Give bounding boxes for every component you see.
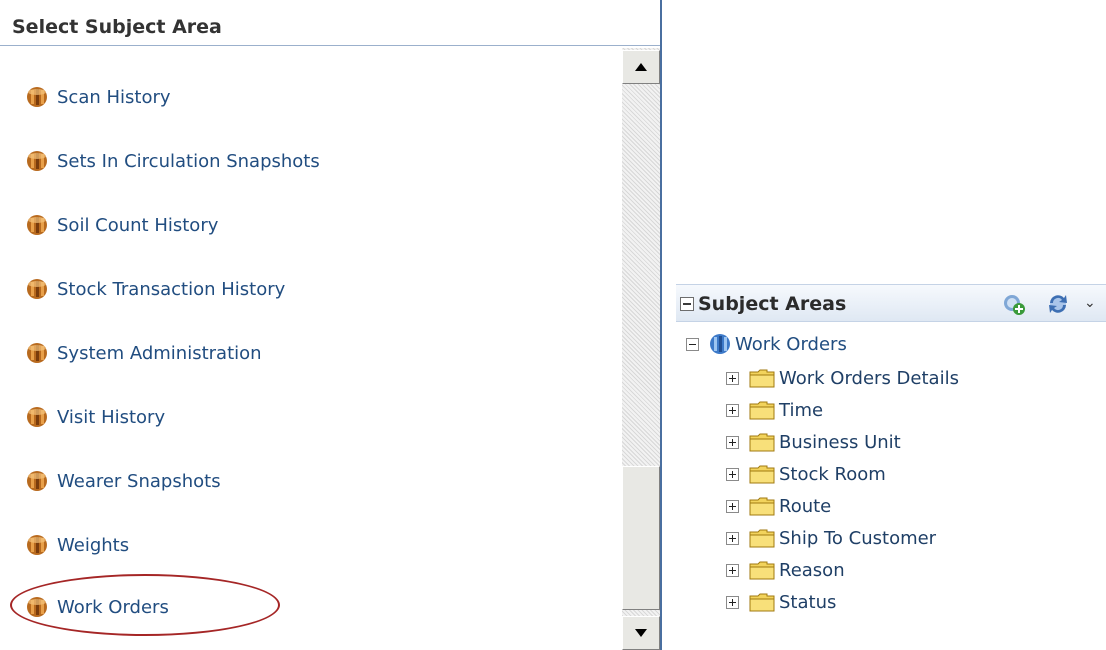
add-subject-area-icon[interactable] (1002, 292, 1026, 316)
subject-area-item-sets-in-circulation-snapshots[interactable]: Sets In Circulation Snapshots (26, 147, 320, 175)
subject-area-item-wearer-snapshots[interactable]: Wearer Snapshots (26, 467, 221, 495)
subject-area-label: Work Orders (57, 596, 169, 618)
expand-node-icon[interactable] (726, 371, 739, 385)
subject-area-item-system-administration[interactable]: System Administration (26, 339, 262, 367)
tree-folder-label: Stock Room (779, 463, 886, 485)
subject-area-item-visit-history[interactable]: Visit History (26, 403, 165, 431)
subject-area-list: Scan History Sets In Circulation Snapsho… (0, 46, 620, 650)
tree-folder-row[interactable]: Status (726, 588, 836, 616)
expand-node-icon[interactable] (726, 435, 739, 449)
subject-area-label: Scan History (57, 86, 171, 108)
folder-icon (749, 369, 775, 388)
cube-icon (27, 215, 47, 235)
tree-folder-label: Business Unit (779, 431, 901, 453)
subject-area-item-soil-count-history[interactable]: Soil Count History (26, 211, 218, 239)
arrow-up-icon (635, 63, 647, 71)
expand-node-icon[interactable] (726, 403, 739, 417)
collapse-node-icon[interactable] (686, 337, 699, 351)
cube-blue-icon (710, 334, 730, 354)
cube-icon (27, 535, 47, 555)
subject-areas-title: Subject Areas (698, 293, 847, 315)
vertical-scrollbar[interactable] (622, 48, 660, 650)
cube-icon (27, 151, 47, 171)
tree-node-root[interactable]: Work Orders (686, 330, 847, 358)
folder-icon (749, 497, 775, 516)
tree-folder-label: Route (779, 495, 832, 517)
tree-folder-label: Time (779, 399, 824, 421)
cube-icon (27, 597, 47, 617)
tree-node-label: Work Orders (735, 333, 847, 355)
subject-area-label: Weights (57, 534, 130, 556)
folder-icon (749, 465, 775, 484)
subject-areas-panel: Subject Areas ⌄ Work Orders Work Orders … (676, 284, 1106, 624)
collapse-panel-icon[interactable] (680, 297, 694, 311)
folder-icon (749, 529, 775, 548)
select-subject-area-panel: Select Subject Area Scan History Sets In… (0, 0, 664, 650)
cube-icon (27, 279, 47, 299)
cube-icon (27, 407, 47, 427)
subject-area-label: Sets In Circulation Snapshots (57, 150, 320, 172)
cube-icon (27, 87, 47, 107)
tree-folder-label: Work Orders Details (779, 367, 959, 389)
tree-folder-row[interactable]: Business Unit (726, 428, 901, 456)
subject-area-label: System Administration (57, 342, 262, 364)
expand-node-icon[interactable] (726, 595, 739, 609)
subject-area-item-work-orders[interactable]: Work Orders (26, 593, 169, 621)
expand-node-icon[interactable] (726, 467, 739, 481)
tree-folder-label: Reason (779, 559, 845, 581)
scroll-down-button[interactable] (622, 616, 660, 650)
subject-area-label: Soil Count History (57, 214, 219, 236)
tree-folder-row[interactable]: Ship To Customer (726, 524, 936, 552)
subject-area-item-weights[interactable]: Weights (26, 531, 129, 559)
cube-icon (27, 343, 47, 363)
scroll-thumb[interactable] (622, 466, 660, 610)
tree-folder-row[interactable]: Time (726, 396, 823, 424)
folder-icon (749, 561, 775, 580)
scroll-up-button[interactable] (622, 50, 660, 84)
tree-folder-label: Status (779, 591, 837, 613)
tree-folder-label: Ship To Customer (779, 527, 937, 549)
tree-folder-row[interactable]: Reason (726, 556, 845, 584)
subject-area-label: Stock Transaction History (57, 278, 286, 300)
tree-folder-row[interactable]: Route (726, 492, 831, 520)
folder-icon (749, 433, 775, 452)
arrow-down-icon (635, 629, 647, 637)
expand-node-icon[interactable] (726, 531, 739, 545)
chevron-down-icon[interactable]: ⌄ (1084, 295, 1096, 311)
tree-folder-row[interactable]: Work Orders Details (726, 364, 959, 392)
subject-area-label: Wearer Snapshots (57, 470, 221, 492)
panel-header: Select Subject Area (0, 0, 660, 46)
subject-area-label: Visit History (57, 406, 166, 428)
panel-title: Select Subject Area (12, 16, 222, 38)
refresh-icon[interactable] (1046, 292, 1070, 316)
subject-area-item-scan-history[interactable]: Scan History (26, 83, 171, 111)
cube-icon (27, 471, 47, 491)
subject-area-item-stock-transaction-history[interactable]: Stock Transaction History (26, 275, 285, 303)
tree-folder-row[interactable]: Stock Room (726, 460, 886, 488)
folder-icon (749, 593, 775, 612)
expand-node-icon[interactable] (726, 563, 739, 577)
panel-divider (660, 0, 662, 650)
folder-icon (749, 401, 775, 420)
subject-areas-header: Subject Areas ⌄ (676, 284, 1106, 322)
expand-node-icon[interactable] (726, 499, 739, 513)
